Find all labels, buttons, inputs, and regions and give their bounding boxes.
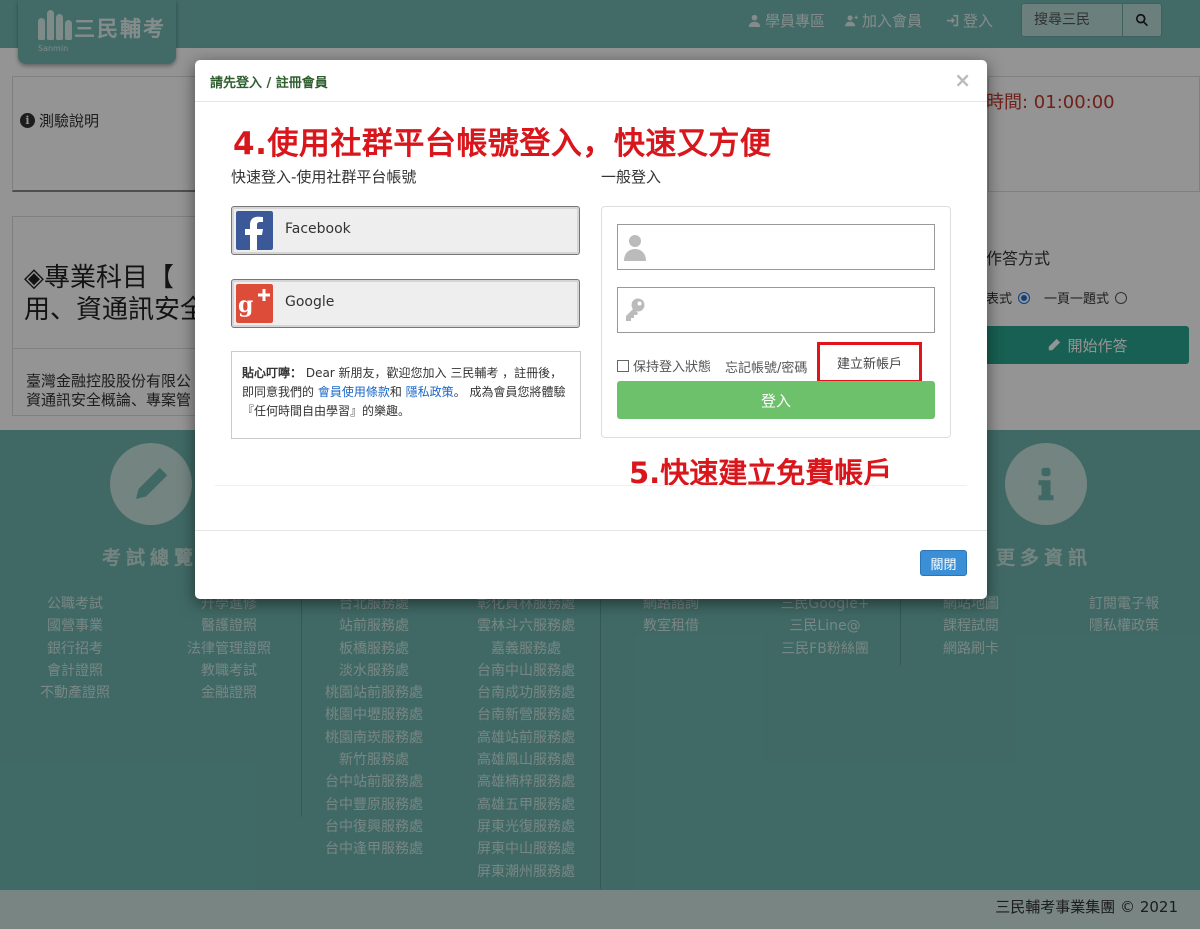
create-account-link[interactable]: 建立新帳戶 — [817, 342, 922, 383]
facebook-icon — [236, 211, 273, 250]
remember-checkbox[interactable] — [617, 359, 629, 372]
facebook-label: Facebook — [285, 221, 351, 237]
login-button[interactable]: 登入 — [617, 381, 935, 419]
terms-link[interactable]: 會員使用條款 — [318, 385, 390, 399]
welcome-notice: 貼心叮嚀： Dear 新朋友，歡迎您加入 三民輔考 ，註冊後，即同意我們的 會員… — [231, 351, 581, 439]
remember-login[interactable]: 保持登入狀態 — [617, 356, 711, 375]
username-input[interactable] — [617, 224, 935, 270]
login-modal: 請先登入 / 註冊會員 × 4.使用社群平台帳號登入，快速又方便 快速登入-使用… — [195, 60, 987, 599]
key-icon — [626, 298, 645, 321]
social-login-heading: 快速登入-使用社群平台帳號 — [231, 168, 417, 186]
password-input[interactable] — [617, 287, 935, 333]
google-label: Google — [285, 294, 335, 310]
google-login-button[interactable]: g Google — [231, 279, 580, 328]
user-icon — [624, 235, 646, 261]
privacy-link[interactable]: 隱私政策 — [406, 385, 454, 399]
google-plus-icon: g — [236, 284, 273, 323]
forgot-account-link[interactable]: 忘記帳號/密碼 — [725, 357, 807, 376]
facebook-login-button[interactable]: Facebook — [231, 206, 580, 255]
svg-text:g: g — [238, 292, 253, 318]
modal-header: 請先登入 / 註冊會員 × — [195, 60, 987, 102]
general-login-heading: 一般登入 — [601, 168, 662, 186]
divider — [215, 485, 967, 486]
modal-close-icon[interactable]: × — [954, 68, 971, 92]
annotation-social-login: 4.使用社群平台帳號登入，快速又方便 — [233, 126, 772, 162]
modal-footer-divider — [195, 530, 987, 531]
close-button[interactable]: 關閉 — [920, 550, 967, 576]
modal-title: 請先登入 / 註冊會員 — [210, 76, 328, 91]
